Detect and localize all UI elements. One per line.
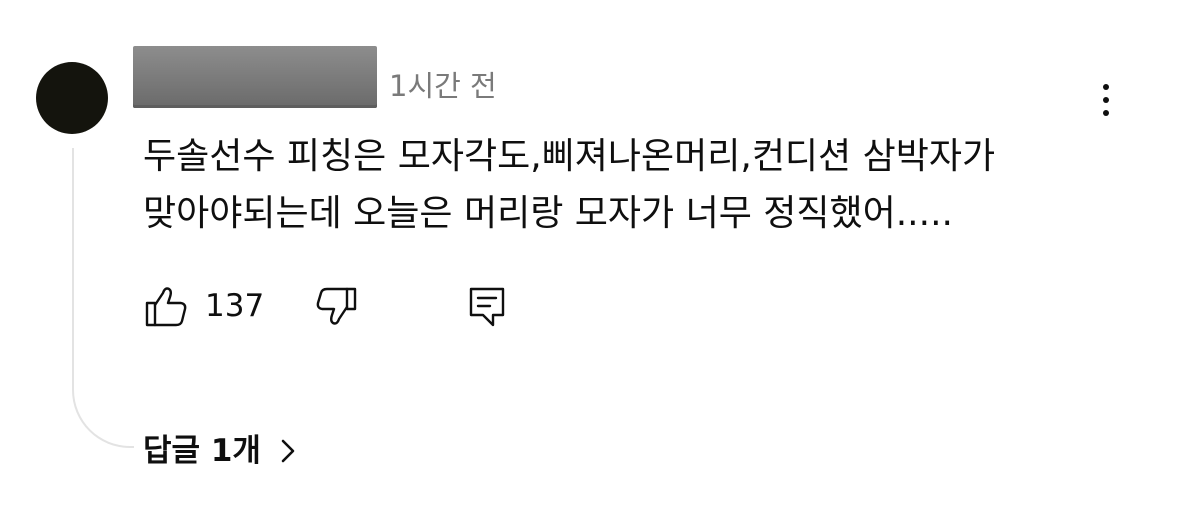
thumbs-down-icon xyxy=(316,287,357,325)
comment-text-line: 맞아야되는데 오늘은 머리랑 모자가 너무 정직했어..... xyxy=(143,193,953,234)
like-count: 137 xyxy=(205,288,265,324)
reply-thread-line xyxy=(72,148,134,448)
comment-timestamp: 1시간 전 xyxy=(389,69,497,103)
replies-label: 답글 1개 xyxy=(143,433,261,469)
more-vertical-icon[interactable] xyxy=(1090,78,1122,122)
comment-reply-icon xyxy=(469,287,505,327)
dislike-button[interactable] xyxy=(315,285,359,329)
replies-toggle[interactable]: 답글 1개 xyxy=(143,428,297,474)
thumbs-up-icon xyxy=(145,287,187,327)
comment-text: 두솔선수 피칭은 모자각도,삐져나온머리,컨디션 삼박자가 맞아야되는데 오늘은… xyxy=(143,128,1133,242)
comment-text-line: 두솔선수 피칭은 모자각도,삐져나온머리,컨디션 삼박자가 xyxy=(143,136,996,177)
reply-button[interactable] xyxy=(467,285,509,329)
chevron-right-icon xyxy=(281,439,295,463)
avatar[interactable] xyxy=(36,62,108,134)
author-name-redacted xyxy=(133,46,377,108)
like-button[interactable] xyxy=(143,283,189,329)
